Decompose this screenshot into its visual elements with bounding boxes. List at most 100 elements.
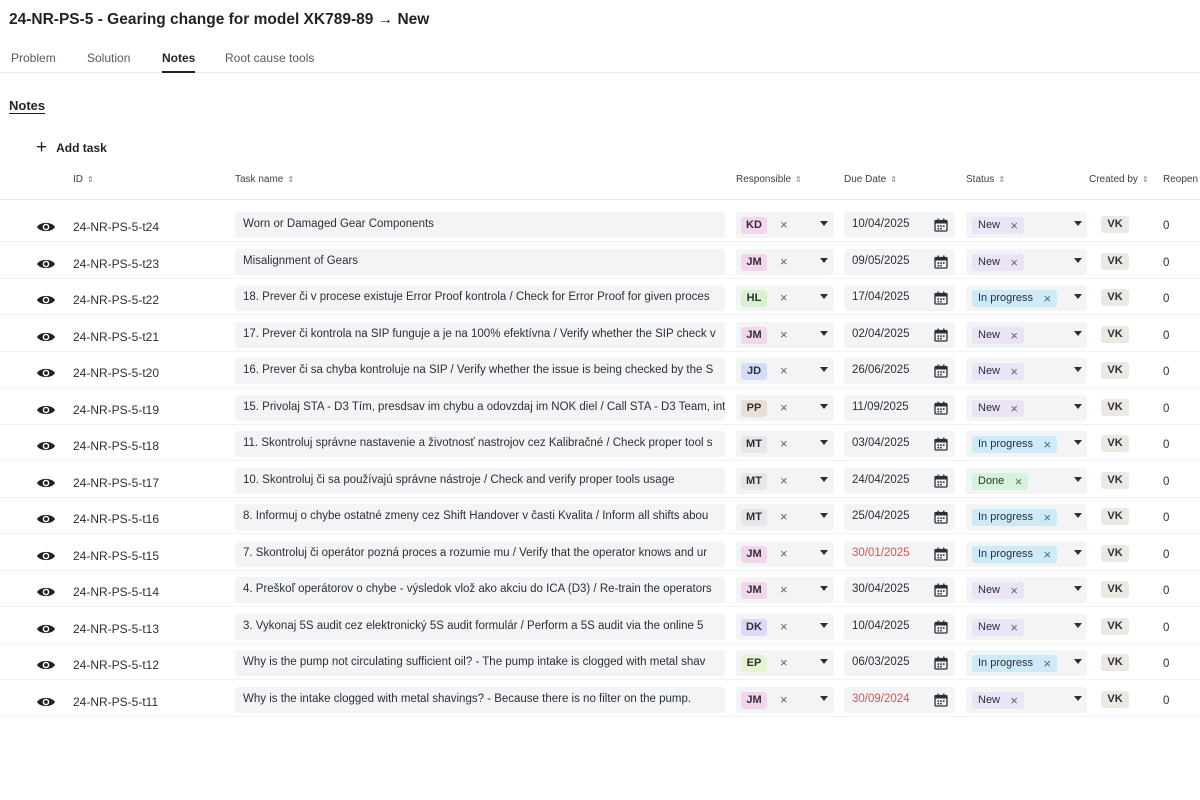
due-date-input[interactable]: 09/05/2025: [844, 248, 955, 275]
status-select[interactable]: Done ×: [966, 467, 1087, 494]
task-name-input[interactable]: 11. Skontroluj správne nastavenie a živo…: [235, 431, 725, 457]
chevron-down-icon[interactable]: [820, 440, 828, 445]
responsible-select[interactable]: DK ×: [736, 613, 834, 640]
remove-status-icon[interactable]: ×: [1010, 619, 1018, 636]
chevron-down-icon[interactable]: [1074, 513, 1082, 518]
task-name-input[interactable]: Misalignment of Gears: [235, 248, 725, 275]
remove-responsible-icon[interactable]: ×: [780, 399, 788, 416]
remove-responsible-icon[interactable]: ×: [780, 216, 788, 233]
remove-responsible-icon[interactable]: ×: [780, 253, 788, 270]
remove-status-icon[interactable]: ×: [1043, 546, 1051, 563]
remove-status-icon[interactable]: ×: [1010, 327, 1018, 344]
eye-icon[interactable]: [36, 403, 56, 417]
status-select[interactable]: In progress ×: [966, 431, 1087, 457]
responsible-select[interactable]: JM ×: [736, 686, 834, 713]
remove-responsible-icon[interactable]: ×: [780, 362, 788, 379]
due-date-input[interactable]: 17/04/2025: [844, 285, 955, 311]
due-date-input[interactable]: 02/04/2025: [844, 321, 955, 348]
responsible-select[interactable]: JD ×: [736, 358, 834, 384]
remove-responsible-icon[interactable]: ×: [780, 289, 788, 306]
chevron-down-icon[interactable]: [1074, 622, 1082, 628]
due-date-input[interactable]: 06/03/2025: [844, 650, 955, 676]
chevron-down-icon[interactable]: [820, 476, 828, 482]
eye-icon[interactable]: [36, 512, 56, 526]
tab-notes[interactable]: Notes: [162, 51, 196, 73]
chevron-down-icon[interactable]: [1074, 586, 1082, 591]
calendar-icon[interactable]: [934, 547, 948, 561]
responsible-select[interactable]: MT ×: [736, 467, 834, 494]
chevron-down-icon[interactable]: [1074, 257, 1082, 263]
status-select[interactable]: New ×: [966, 358, 1087, 384]
eye-icon[interactable]: [36, 366, 56, 380]
responsible-select[interactable]: PP ×: [736, 394, 834, 421]
calendar-icon[interactable]: [934, 401, 948, 415]
chevron-down-icon[interactable]: [820, 695, 828, 701]
responsible-select[interactable]: HL ×: [736, 285, 834, 311]
eye-icon[interactable]: [36, 658, 56, 672]
calendar-icon[interactable]: [934, 583, 948, 597]
responsible-select[interactable]: KD ×: [736, 212, 834, 238]
calendar-icon[interactable]: [934, 328, 948, 342]
task-name-input[interactable]: Why is the pump not circulating sufficie…: [235, 650, 725, 676]
remove-responsible-icon[interactable]: ×: [780, 472, 788, 489]
chevron-down-icon[interactable]: [1074, 695, 1082, 701]
remove-responsible-icon[interactable]: ×: [780, 545, 788, 562]
responsible-select[interactable]: JM ×: [736, 321, 834, 348]
status-select[interactable]: New ×: [966, 321, 1087, 348]
task-name-input[interactable]: Why is the intake clogged with metal sha…: [235, 686, 725, 713]
chevron-down-icon[interactable]: [820, 549, 828, 555]
calendar-icon[interactable]: [934, 364, 948, 378]
chevron-down-icon[interactable]: [1074, 367, 1082, 372]
column-header-task-name[interactable]: Task name ⇕: [235, 174, 294, 185]
responsible-select[interactable]: EP ×: [736, 650, 834, 676]
status-select[interactable]: In progress ×: [966, 504, 1087, 530]
remove-status-icon[interactable]: ×: [1010, 582, 1018, 599]
eye-icon[interactable]: [36, 293, 56, 307]
task-name-input[interactable]: 15. Privolaj STA - D3 Tím, presdsav im c…: [235, 394, 725, 421]
add-task-button[interactable]: + Add task: [36, 138, 107, 157]
eye-icon[interactable]: [36, 439, 56, 453]
eye-icon[interactable]: [36, 585, 56, 599]
chevron-down-icon[interactable]: [1074, 549, 1082, 555]
remove-status-icon[interactable]: ×: [1010, 254, 1018, 271]
task-name-input[interactable]: 4. Preškoľ operátorov o chybe - výsledok…: [235, 577, 725, 603]
remove-responsible-icon[interactable]: ×: [780, 618, 788, 635]
status-select[interactable]: In progress ×: [966, 650, 1087, 676]
remove-status-icon[interactable]: ×: [1043, 655, 1051, 672]
calendar-icon[interactable]: [934, 437, 948, 451]
calendar-icon[interactable]: [934, 693, 948, 707]
remove-responsible-icon[interactable]: ×: [780, 326, 788, 343]
due-date-input[interactable]: 30/01/2025: [844, 540, 955, 567]
responsible-select[interactable]: JM ×: [736, 577, 834, 603]
column-header-created-by[interactable]: Created by ⇕: [1089, 174, 1149, 185]
remove-status-icon[interactable]: ×: [1043, 509, 1051, 526]
tab-solution[interactable]: Solution: [87, 51, 130, 65]
remove-responsible-icon[interactable]: ×: [780, 435, 788, 452]
chevron-down-icon[interactable]: [820, 257, 828, 263]
chevron-down-icon[interactable]: [820, 659, 828, 664]
remove-status-icon[interactable]: ×: [1010, 363, 1018, 380]
chevron-down-icon[interactable]: [820, 586, 828, 591]
task-name-input[interactable]: Worn or Damaged Gear Components: [235, 212, 725, 238]
calendar-icon[interactable]: [934, 291, 948, 305]
responsible-select[interactable]: MT ×: [736, 431, 834, 457]
responsible-select[interactable]: MT ×: [736, 504, 834, 530]
eye-icon[interactable]: [36, 257, 56, 271]
remove-status-icon[interactable]: ×: [1010, 217, 1018, 234]
status-select[interactable]: In progress ×: [966, 285, 1087, 311]
tab-root-cause-tools[interactable]: Root cause tools: [225, 51, 314, 65]
responsible-select[interactable]: JM ×: [736, 248, 834, 275]
calendar-icon[interactable]: [934, 218, 948, 232]
task-name-input[interactable]: 7. Skontroluj či operátor pozná proces a…: [235, 540, 725, 567]
chevron-down-icon[interactable]: [1074, 440, 1082, 445]
calendar-icon[interactable]: [934, 620, 948, 634]
remove-status-icon[interactable]: ×: [1043, 290, 1051, 307]
column-header-id[interactable]: ID ⇕: [73, 174, 94, 185]
remove-responsible-icon[interactable]: ×: [780, 508, 788, 525]
due-date-input[interactable]: 30/09/2024: [844, 686, 955, 713]
task-name-input[interactable]: 10. Skontroluj či sa používajú správne n…: [235, 467, 725, 494]
tab-problem[interactable]: Problem: [11, 51, 56, 65]
due-date-input[interactable]: 30/04/2025: [844, 577, 955, 603]
calendar-icon[interactable]: [934, 474, 948, 488]
chevron-down-icon[interactable]: [820, 221, 828, 226]
